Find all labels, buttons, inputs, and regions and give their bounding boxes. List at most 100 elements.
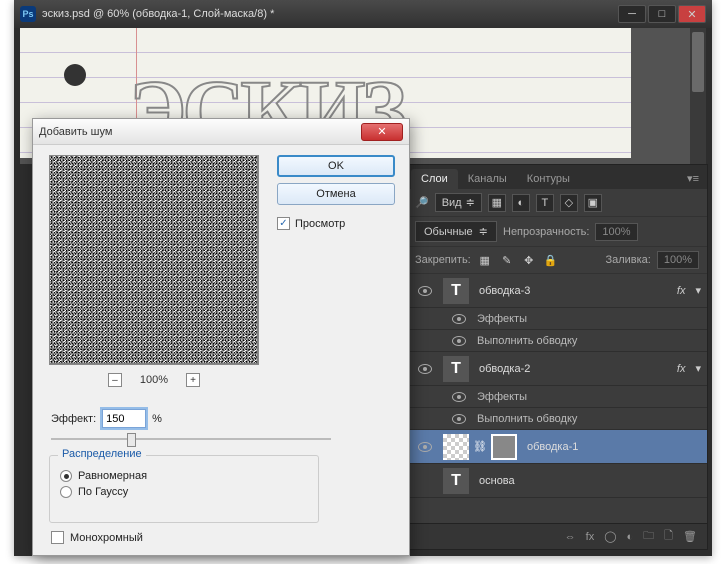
group-icon[interactable]: 🗀 (643, 527, 654, 546)
ps-app-icon: Ps (20, 6, 36, 22)
minimize-button[interactable]: ─ (618, 5, 646, 23)
eye-icon[interactable] (452, 392, 466, 402)
effects-label: Эффекты (477, 391, 527, 403)
lock-all-icon[interactable]: 🔒 (543, 252, 559, 268)
fill-field[interactable]: 100% (657, 251, 699, 269)
link-icon[interactable]: ⛓ (473, 440, 487, 453)
fx-badge[interactable]: fx (673, 285, 690, 297)
panel-menu-icon[interactable]: ▾≡ (683, 168, 703, 189)
filter-smart-icon[interactable]: ▣ (584, 194, 602, 212)
layer-item-selected[interactable]: ⛓ обводка-1 (407, 430, 707, 464)
effects-label: Эффекты (477, 313, 527, 325)
layer-name: обводка-1 (521, 441, 703, 453)
distribution-group: Распределение Равномерная По Гауссу (49, 455, 319, 523)
zoom-level: 100% (140, 374, 168, 386)
preview-checkbox[interactable]: ✓ (277, 217, 290, 230)
opacity-field[interactable]: 100% (595, 223, 637, 241)
distribution-label: Распределение (58, 448, 146, 460)
layer-item[interactable]: T обводка-3 fx ▾ (407, 274, 707, 308)
zoom-in-button[interactable]: + (186, 373, 200, 387)
radio-gaussian[interactable]: По Гауссу (60, 486, 308, 498)
radio-gaussian-label: По Гауссу (78, 486, 128, 498)
layer-thumb (443, 434, 469, 460)
add-noise-dialog: Добавить шум ✕ – 100% + OK Отмена ✓ Прос… (32, 118, 410, 556)
radio-uniform-input[interactable] (60, 470, 72, 482)
adjustment-icon[interactable]: ◐ (627, 531, 634, 543)
close-button[interactable]: ✕ (678, 5, 706, 23)
filter-type-icon[interactable]: T (536, 194, 554, 212)
titlebar: Ps эскиз.psd @ 60% (обводка-1, Слой-маск… (14, 0, 712, 28)
kind-dropdown[interactable]: Вид≑ (435, 193, 482, 212)
radio-uniform-label: Равномерная (78, 470, 147, 482)
filter-shape-icon[interactable]: ◇ (560, 194, 578, 212)
filter-row: 🔎 Вид≑ ▦ ◐ T ◇ ▣ (407, 189, 707, 217)
chevron-down-icon[interactable]: ▾ (693, 362, 703, 375)
blend-mode-dropdown[interactable]: Обычные≑ (415, 221, 497, 242)
dialog-close-button[interactable]: ✕ (361, 123, 403, 141)
eye-icon[interactable] (418, 286, 432, 296)
link-layers-icon[interactable]: ⇔ (565, 531, 576, 543)
panel-tabs: Слои Каналы Контуры ▾≡ (407, 165, 707, 189)
panel-footer: ⇔ fx ◯ ◐ 🗀 🗋 🗑 (407, 523, 707, 549)
effects-row[interactable]: Эффекты (407, 386, 707, 408)
effect-stroke-row[interactable]: Выполнить обводку (407, 408, 707, 430)
search-icon: 🔎 (415, 196, 429, 209)
preview-box[interactable] (49, 155, 259, 365)
scroll-thumb[interactable] (692, 32, 704, 92)
filter-adjust-icon[interactable]: ◐ (512, 194, 530, 212)
effect-stroke-row[interactable]: Выполнить обводку (407, 330, 707, 352)
paper-hole (64, 64, 86, 86)
monochrome-checkbox[interactable] (51, 531, 64, 544)
mask-icon[interactable]: ◯ (604, 530, 616, 543)
layer-item[interactable]: T основа (407, 464, 707, 498)
lock-pixels-icon[interactable]: ✎ (499, 252, 515, 268)
layer-name: обводка-2 (473, 363, 669, 375)
mask-thumb[interactable] (491, 434, 517, 460)
monochrome-label: Монохромный (70, 532, 143, 544)
opacity-label: Непрозрачность: (503, 226, 589, 238)
zoom-out-button[interactable]: – (108, 373, 122, 387)
cancel-button[interactable]: Отмена (277, 183, 395, 205)
slider-thumb[interactable] (127, 433, 136, 447)
eye-icon[interactable] (418, 442, 432, 452)
eye-icon[interactable] (452, 336, 466, 346)
dialog-title: Добавить шум (39, 126, 361, 138)
effect-name: Выполнить обводку (477, 413, 577, 425)
eye-icon[interactable] (452, 314, 466, 324)
filter-pixel-icon[interactable]: ▦ (488, 194, 506, 212)
tab-channels[interactable]: Каналы (458, 169, 517, 189)
noise-preview (50, 156, 258, 364)
layer-name: обводка-3 (473, 285, 669, 297)
tab-layers[interactable]: Слои (411, 169, 458, 189)
window-title: эскиз.psd @ 60% (обводка-1, Слой-маска/8… (42, 8, 618, 20)
vertical-scrollbar[interactable] (690, 28, 706, 164)
lock-label: Закрепить: (415, 254, 471, 266)
fx-badge[interactable]: fx (673, 363, 690, 375)
radio-uniform[interactable]: Равномерная (60, 470, 308, 482)
preview-label: Просмотр (295, 218, 345, 230)
lock-transparency-icon[interactable]: ▦ (477, 252, 493, 268)
eye-icon[interactable] (452, 414, 466, 424)
layer-name: основа (473, 475, 703, 487)
layer-item[interactable]: T обводка-2 fx ▾ (407, 352, 707, 386)
type-layer-icon: T (443, 278, 469, 304)
tab-paths[interactable]: Контуры (517, 169, 580, 189)
chevron-down-icon[interactable]: ▾ (693, 284, 703, 297)
amount-input[interactable] (102, 409, 146, 428)
amount-unit: % (152, 413, 162, 425)
maximize-button[interactable]: □ (648, 5, 676, 23)
eye-icon[interactable] (418, 364, 432, 374)
layers-panel: Слои Каналы Контуры ▾≡ 🔎 Вид≑ ▦ ◐ T ◇ ▣ … (406, 164, 708, 550)
ok-button[interactable]: OK (277, 155, 395, 177)
effects-row[interactable]: Эффекты (407, 308, 707, 330)
new-layer-icon[interactable]: 🗋 (664, 527, 673, 546)
amount-slider[interactable] (51, 431, 331, 447)
lock-position-icon[interactable]: ✥ (521, 252, 537, 268)
fill-label: Заливка: (605, 254, 650, 266)
radio-gaussian-input[interactable] (60, 486, 72, 498)
fx-icon[interactable]: fx (586, 531, 595, 543)
layer-list: T обводка-3 fx ▾ Эффекты Выполнить обвод… (407, 274, 707, 498)
trash-icon[interactable]: 🗑 (683, 530, 697, 543)
lock-row: Закрепить: ▦ ✎ ✥ 🔒 Заливка: 100% (407, 247, 707, 274)
dialog-titlebar[interactable]: Добавить шум ✕ (33, 119, 409, 145)
